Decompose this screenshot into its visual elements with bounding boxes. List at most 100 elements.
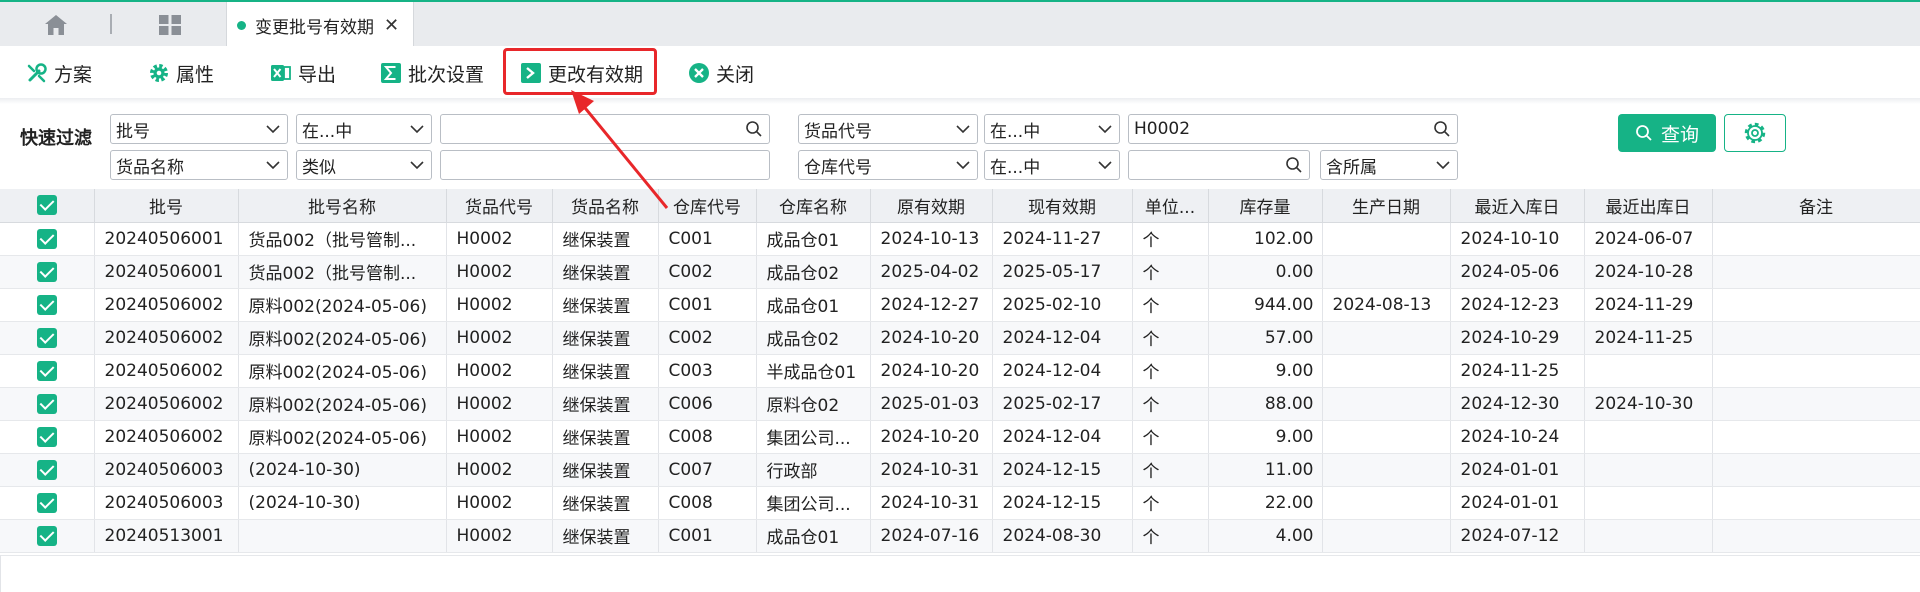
table-cell: H0002 xyxy=(446,486,553,520)
table-row[interactable]: 20240506002 原料002(2024-05-06) H0002 继保装置 C00… xyxy=(0,288,1920,322)
batch-settings-button[interactable]: 批次设置 xyxy=(380,53,484,93)
table-cell: 2024-10-13 xyxy=(870,222,993,256)
column-header[interactable]: 单位... xyxy=(1132,189,1209,223)
properties-button[interactable]: 属性 xyxy=(148,53,214,93)
table-row[interactable]: 20240506002 原料002(2024-05-06) H0002 继保装置 C00… xyxy=(0,354,1920,388)
table-cell: C008 xyxy=(658,420,757,454)
column-header[interactable]: 仓库名称 xyxy=(756,189,871,223)
scheme-label: 方案 xyxy=(54,63,93,86)
table-cell: 个 xyxy=(1132,222,1209,256)
checkbox-checked-icon xyxy=(36,393,57,414)
close-tab-icon[interactable]: ✕ xyxy=(384,15,399,36)
select-all-checkbox[interactable] xyxy=(0,189,95,223)
table-cell: 继保装置 xyxy=(552,255,659,289)
filter-value-input-1[interactable] xyxy=(440,114,770,144)
filter-field-select-1[interactable]: 批号 xyxy=(110,114,288,144)
table-row[interactable]: 20240506003 (2024-10-30) H0002 继保装置 C007 行政部 2… xyxy=(0,453,1920,487)
gear-icon xyxy=(150,64,168,82)
scheme-button[interactable]: 方案 xyxy=(26,53,92,93)
table-row[interactable]: 20240506001 货品002（批号管制... H0002 继保装置 C002 成品仓… xyxy=(0,255,1920,289)
checkbox-checked-icon xyxy=(36,360,57,381)
table-cell xyxy=(1712,387,1920,421)
close-button[interactable]: 关闭 xyxy=(688,53,754,93)
table-cell xyxy=(1712,321,1920,355)
query-button[interactable]: 查询 xyxy=(1618,114,1716,152)
column-header[interactable]: 现有效期 xyxy=(992,189,1133,223)
tab-change-batch-expiry[interactable]: 变更批号有效期 ✕ xyxy=(226,2,414,48)
row-checkbox[interactable] xyxy=(0,354,95,388)
column-header[interactable]: 批号 xyxy=(94,189,239,223)
row-checkbox[interactable] xyxy=(0,288,95,322)
column-header[interactable]: 最近入库日 xyxy=(1450,189,1585,223)
row-checkbox[interactable] xyxy=(0,255,95,289)
filter-field-select-4[interactable]: 仓库代号 xyxy=(798,150,978,180)
close-label: 关闭 xyxy=(716,63,755,86)
table-cell: 继保装置 xyxy=(552,453,659,487)
grid-body: 20240506001 货品002（批号管制... H0002 继保装置 C001 成品仓… xyxy=(0,222,1920,553)
table-row[interactable]: 20240513001 H0002 继保装置 C001 成品仓01 2024-07-16 2… xyxy=(0,519,1920,553)
search-icon[interactable] xyxy=(1433,120,1451,138)
table-cell: 20240513001 xyxy=(94,519,239,553)
filter-field-select-3[interactable]: 货品名称 xyxy=(110,150,288,180)
column-header[interactable]: 原有效期 xyxy=(870,189,993,223)
search-icon[interactable] xyxy=(745,120,763,138)
table-cell: 2024-10-31 xyxy=(870,453,993,487)
table-cell: (2024-10-30) xyxy=(238,453,447,487)
filter-value-input-2[interactable]: H0002 xyxy=(1128,114,1458,144)
table-cell: 9.00 xyxy=(1208,420,1323,454)
table-cell xyxy=(1712,420,1920,454)
chevron-down-icon xyxy=(1098,161,1112,170)
column-header[interactable]: 最近出库日 xyxy=(1584,189,1713,223)
filter-operator-value: 在...中 xyxy=(990,157,1041,178)
scope-select[interactable]: 含所属 xyxy=(1320,150,1458,180)
table-cell: 半成品仓01 xyxy=(756,354,871,388)
table-cell xyxy=(1322,222,1451,256)
table-row[interactable]: 20240506001 货品002（批号管制... H0002 继保装置 C001 成品仓… xyxy=(0,222,1920,256)
chevron-down-icon xyxy=(956,161,970,170)
row-checkbox[interactable] xyxy=(0,222,95,256)
filter-operator-select-1[interactable]: 在...中 xyxy=(296,114,432,144)
filter-field-select-2[interactable]: 货品代号 xyxy=(798,114,978,144)
table-cell: H0002 xyxy=(446,255,553,289)
table-cell: 2024-12-30 xyxy=(1450,387,1585,421)
export-button[interactable]: 导出 xyxy=(270,53,336,93)
apps-tab[interactable] xyxy=(150,12,190,38)
filter-settings-button[interactable] xyxy=(1724,114,1786,152)
table-cell: 个 xyxy=(1132,288,1209,322)
search-icon[interactable] xyxy=(1285,156,1303,174)
table-row[interactable]: 20240506002 原料002(2024-05-06) H0002 继保装置 C00… xyxy=(0,321,1920,355)
filter-value-input-3[interactable] xyxy=(440,150,770,180)
header-row: 批号 批号名称 货品代号 货品名称 仓库代号 仓库名称 原有效期 现有效期 单位… xyxy=(0,189,1920,223)
filter-value-input-4[interactable] xyxy=(1128,150,1310,180)
column-header[interactable]: 仓库代号 xyxy=(658,189,757,223)
row-checkbox[interactable] xyxy=(0,387,95,421)
table-cell: C003 xyxy=(658,354,757,388)
row-checkbox[interactable] xyxy=(0,420,95,454)
row-checkbox[interactable] xyxy=(0,519,95,553)
filter-operator-select-3[interactable]: 类似 xyxy=(296,150,432,180)
home-tab[interactable] xyxy=(36,12,76,38)
row-checkbox[interactable] xyxy=(0,453,95,487)
row-checkbox[interactable] xyxy=(0,486,95,520)
table-cell: 个 xyxy=(1132,321,1209,355)
table-cell xyxy=(1712,486,1920,520)
table-cell: 2024-10-29 xyxy=(1450,321,1585,355)
column-header[interactable]: 批号名称 xyxy=(238,189,447,223)
table-row[interactable]: 20240506002 原料002(2024-05-06) H0002 继保装置 C00… xyxy=(0,420,1920,454)
table-cell: 原料002(2024-05-06) xyxy=(238,387,447,421)
table-cell: 2025-02-17 xyxy=(992,387,1133,421)
row-checkbox[interactable] xyxy=(0,321,95,355)
column-header[interactable]: 货品名称 xyxy=(552,189,659,223)
table-cell: 个 xyxy=(1132,420,1209,454)
column-header[interactable]: 库存量 xyxy=(1208,189,1323,223)
column-header[interactable]: 生产日期 xyxy=(1322,189,1451,223)
filter-operator-select-2[interactable]: 在...中 xyxy=(984,114,1120,144)
table-cell xyxy=(1712,222,1920,256)
filter-operator-select-4[interactable]: 在...中 xyxy=(984,150,1120,180)
table-cell: 2024-11-25 xyxy=(1584,321,1713,355)
table-row[interactable]: 20240506003 (2024-10-30) H0002 继保装置 C008 集团公司… xyxy=(0,486,1920,520)
table-cell xyxy=(1584,453,1713,487)
column-header[interactable]: 备注 xyxy=(1712,189,1920,223)
table-row[interactable]: 20240506002 原料002(2024-05-06) H0002 继保装置 C00… xyxy=(0,387,1920,421)
column-header[interactable]: 货品代号 xyxy=(446,189,553,223)
